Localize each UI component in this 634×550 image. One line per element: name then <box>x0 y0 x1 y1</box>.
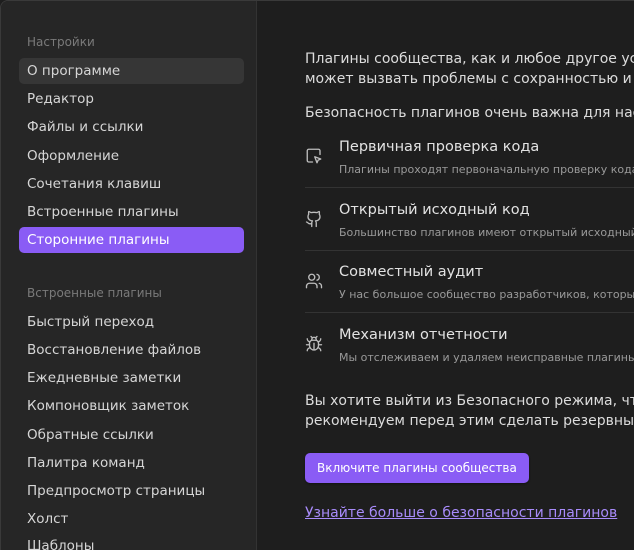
feature-open-source: Открытый исходный код Большинство плагин… <box>305 202 634 264</box>
feature-divider <box>305 187 634 188</box>
intro-text-line2: может вызвать проблемы с сохранностью и … <box>305 71 634 87</box>
sidebar-item-hotkeys[interactable]: Сочетания клавиш <box>19 171 244 197</box>
sidebar-item-daily-notes[interactable]: Ежедневные заметки <box>19 365 244 391</box>
feature-divider <box>305 312 634 313</box>
sidebar-item-backlinks[interactable]: Обратные ссылки <box>19 422 244 448</box>
pointer-check-icon <box>305 147 323 165</box>
enable-community-plugins-button[interactable]: Включите плагины сообщества <box>305 453 529 483</box>
intro-text-line1: Плагины сообщества, как и любое другое у… <box>305 51 634 67</box>
sidebar-item-quick-switcher[interactable]: Быстрый переход <box>19 309 244 335</box>
github-icon <box>305 210 323 228</box>
settings-sidebar: Настройки О программе Редактор Файлы и с… <box>1 1 257 550</box>
sidebar-item-about[interactable]: О программе <box>19 58 244 84</box>
outro-text-line1: Вы хотите выйти из Безопасного режима, ч… <box>305 393 634 409</box>
settings-window: Настройки О программе Редактор Файлы и с… <box>0 0 634 550</box>
sidebar-item-command-palette[interactable]: Палитра команд <box>19 450 244 476</box>
learn-more-link[interactable]: Узнайте больше о безопасности плагинов <box>305 505 617 521</box>
sidebar-item-templates[interactable]: Шаблоны <box>19 533 244 550</box>
feature-description: Мы отслеживаем и удаляем неисправные пла… <box>339 351 634 364</box>
feature-community-audit: Совместный аудит У нас большое сообществ… <box>305 264 634 326</box>
outro-text-line2: рекомендуем перед этим сделать резервные… <box>305 413 634 429</box>
feature-description: Плагины проходят первоначальную проверку… <box>339 163 634 176</box>
feature-divider <box>305 250 634 251</box>
plugins-section-title: Встроенные плагины <box>27 286 162 300</box>
feature-code-review: Первичная проверка кода Плагины проходят… <box>305 139 634 201</box>
sidebar-item-file-recovery[interactable]: Восстановление файлов <box>19 337 244 363</box>
sidebar-item-core-plugins[interactable]: Встроенные плагины <box>19 199 244 225</box>
feature-title: Открытый исходный код <box>339 202 530 218</box>
sidebar-item-note-composer[interactable]: Компоновщик заметок <box>19 393 244 419</box>
settings-section-title: Настройки <box>27 35 95 49</box>
sidebar-item-community-plugins[interactable]: Сторонние плагины <box>19 227 244 253</box>
feature-title: Первичная проверка кода <box>339 139 540 155</box>
sidebar-item-page-preview[interactable]: Предпросмотр страницы <box>19 478 244 504</box>
feature-title: Механизм отчетности <box>339 327 508 343</box>
sidebar-item-files-links[interactable]: Файлы и ссылки <box>19 114 244 140</box>
importance-text: Безопасность плагинов очень важна для на… <box>305 105 634 121</box>
feature-reporting: Механизм отчетности Мы отслеживаем и уда… <box>305 327 634 389</box>
feature-title: Совместный аудит <box>339 264 484 280</box>
feature-description: У нас большое сообщество разработчиков, … <box>339 288 634 301</box>
settings-content: Плагины сообщества, как и любое другое у… <box>257 1 634 550</box>
sidebar-item-canvas[interactable]: Холст <box>19 506 244 532</box>
feature-description: Большинство плагинов имеют открытый исхо… <box>339 226 634 239</box>
sidebar-item-editor[interactable]: Редактор <box>19 86 244 112</box>
users-icon <box>305 272 323 290</box>
bug-icon <box>305 335 323 353</box>
sidebar-item-appearance[interactable]: Оформление <box>19 143 244 169</box>
